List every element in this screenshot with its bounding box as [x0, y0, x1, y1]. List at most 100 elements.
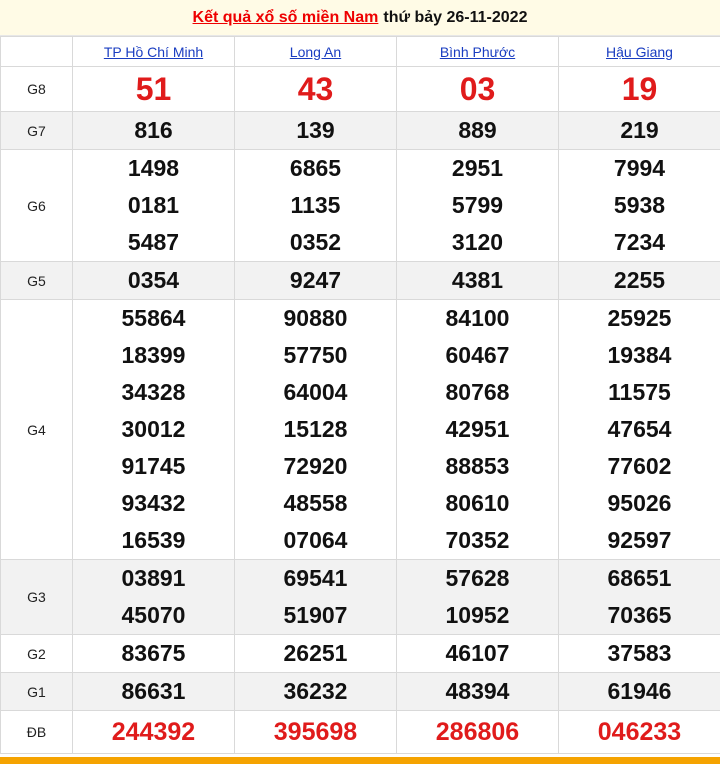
prize-number: 57750: [283, 342, 348, 368]
prize-number: 2255: [613, 267, 666, 293]
prize-cell: 0354: [72, 261, 235, 300]
prize-cell: 51: [72, 66, 235, 112]
prize-cell: 26251: [234, 634, 397, 673]
prize-number: 86631: [121, 678, 186, 704]
prize-number: 1498: [127, 155, 180, 181]
prize-number: 48394: [445, 678, 510, 704]
prize-cell: 03891 45070: [72, 559, 235, 635]
header-corner-cell: [0, 36, 73, 67]
prize-number: 61946: [607, 678, 672, 704]
prize-label: ĐB: [0, 710, 73, 754]
prize-cell: 2255: [558, 261, 720, 300]
prize-number: 36232: [283, 678, 348, 704]
prize-number: 64004: [283, 379, 348, 405]
prize-number: 77602: [607, 453, 672, 479]
prize-cell: 25925 19384 11575 47654 77602 95026 92597: [558, 299, 720, 560]
prize-number: 19384: [607, 342, 672, 368]
prize-number: 80768: [445, 379, 510, 405]
prize-number: 15128: [283, 416, 348, 442]
prize-number: 03891: [121, 565, 186, 591]
province-link[interactable]: Bình Phước: [440, 44, 515, 60]
prize-row: G8 51 43 03 19: [0, 66, 720, 112]
prize-cell: 84100 60467 80768 42951 88853 80610 70352: [396, 299, 559, 560]
prize-number: 2951: [451, 155, 504, 181]
prize-number: 90880: [283, 305, 348, 331]
prize-number: 93432: [121, 490, 186, 516]
prize-cell: 55864 18399 34328 30012 91745 93432 16539: [72, 299, 235, 560]
province-link[interactable]: Long An: [290, 44, 341, 60]
prize-cell: 395698: [234, 710, 397, 754]
prize-number: 10952: [445, 602, 510, 628]
prize-row: G1 86631 36232 48394 61946: [0, 672, 720, 711]
results-title-link[interactable]: Kết quả xổ số miền Nam: [193, 9, 379, 27]
prize-cell: 9247: [234, 261, 397, 300]
prize-number: 91745: [121, 453, 186, 479]
prize-cell: 57628 10952: [396, 559, 559, 635]
prize-number: 0354: [127, 267, 180, 293]
prize-label: G2: [0, 634, 73, 673]
prize-number: 7234: [613, 229, 666, 255]
prize-number: 19: [621, 71, 658, 107]
prize-cell: 046233: [558, 710, 720, 754]
prize-cell: 37583: [558, 634, 720, 673]
prize-label: G1: [0, 672, 73, 711]
prize-number: 70365: [607, 602, 672, 628]
prize-row: G4 55864 18399 34328 30012 91745 93432 16539 908…: [0, 299, 720, 560]
bottom-accent-bar: [0, 757, 720, 764]
prize-cell: 83675: [72, 634, 235, 673]
prize-cell: 61946: [558, 672, 720, 711]
prize-number: 139: [296, 117, 335, 143]
prize-number: 07064: [283, 527, 348, 553]
prize-number: 0181: [127, 192, 180, 218]
prize-number: 18399: [121, 342, 186, 368]
prize-number: 72920: [283, 453, 348, 479]
prize-number: 26251: [283, 640, 348, 666]
prize-cell: 286806: [396, 710, 559, 754]
prize-label: G8: [0, 66, 73, 112]
prize-cell: 6865 1135 0352: [234, 149, 397, 262]
prize-label: G5: [0, 261, 73, 300]
prize-row: G3 03891 45070 69541 51907 57628 10952 68651 703…: [0, 559, 720, 635]
prize-number: 4381: [451, 267, 504, 293]
province-header-cell: Long An: [234, 36, 397, 67]
prize-label: G6: [0, 149, 73, 262]
prize-cell: 889: [396, 111, 559, 150]
province-header-cell: Bình Phước: [396, 36, 559, 67]
prize-cell: 46107: [396, 634, 559, 673]
prize-number: 03: [459, 71, 496, 107]
prize-number: 3120: [451, 229, 504, 255]
prize-number: 51907: [283, 602, 348, 628]
prize-number: 0352: [289, 229, 342, 255]
prize-number: 55864: [121, 305, 186, 331]
province-header-cell: TP Hồ Chí Minh: [72, 36, 235, 67]
prize-number: 84100: [445, 305, 510, 331]
prize-number: 60467: [445, 342, 510, 368]
prize-number: 95026: [607, 490, 672, 516]
prize-number: 25925: [607, 305, 672, 331]
prize-number: 244392: [111, 718, 196, 746]
prize-row: G2 83675 26251 46107 37583: [0, 634, 720, 673]
prize-number: 80610: [445, 490, 510, 516]
province-link[interactable]: TP Hồ Chí Minh: [104, 44, 203, 60]
prize-number: 9247: [289, 267, 342, 293]
prize-number: 45070: [121, 602, 186, 628]
prize-number: 046233: [597, 718, 682, 746]
prize-table-body: G8 51 43 03 19 G7 816 139 889 219 G6 1498 0181 5487 68…: [0, 66, 720, 754]
prize-cell: 68651 70365: [558, 559, 720, 635]
prize-cell: 48394: [396, 672, 559, 711]
prize-number: 5487: [127, 229, 180, 255]
prize-number: 395698: [273, 718, 358, 746]
prize-number: 57628: [445, 565, 510, 591]
prize-cell: 43: [234, 66, 397, 112]
lottery-results-table: TP Hồ Chí Minh Long An Bình Phước Hậu Gi…: [0, 36, 720, 754]
prize-number: 48558: [283, 490, 348, 516]
prize-number: 16539: [121, 527, 186, 553]
prize-number: 88853: [445, 453, 510, 479]
prize-cell: 03: [396, 66, 559, 112]
province-link[interactable]: Hậu Giang: [606, 44, 673, 60]
prize-label: G3: [0, 559, 73, 635]
prize-number: 34328: [121, 379, 186, 405]
prize-number: 37583: [607, 640, 672, 666]
prize-number: 46107: [445, 640, 510, 666]
prize-cell: 244392: [72, 710, 235, 754]
